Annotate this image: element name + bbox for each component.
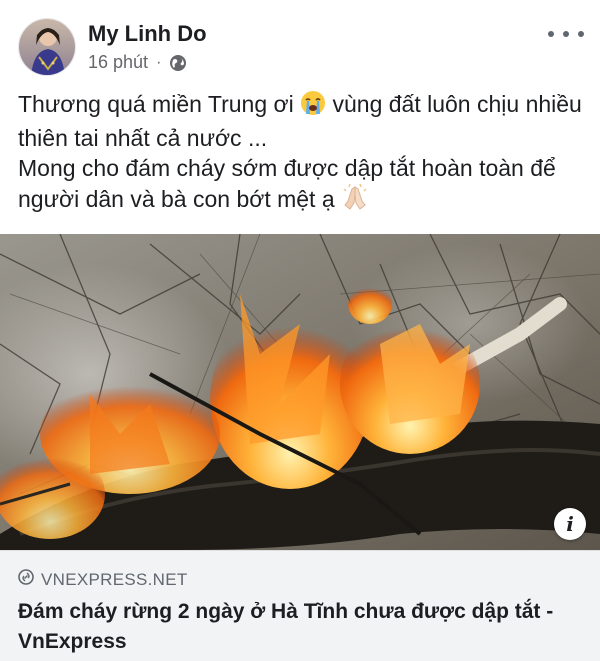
- post-meta: 16 phút ·: [88, 52, 187, 73]
- link-domain: VNEXPRESS.NET: [41, 569, 188, 589]
- folded-hands-icon: [341, 183, 369, 218]
- post-text: Thương quá miền Trung ơi vùng đất luôn c…: [18, 89, 584, 218]
- link-domain-row: VNEXPRESS.NET: [18, 569, 188, 590]
- link-icon: [18, 569, 34, 590]
- post-time[interactable]: 16 phút: [88, 52, 148, 73]
- link-preview[interactable]: VNEXPRESS.NET Đám cháy rừng 2 ngày ở Hà …: [0, 550, 600, 661]
- link-preview-image[interactable]: i: [0, 234, 600, 550]
- post-text-line1: Thương quá miền Trung ơi: [18, 91, 294, 117]
- link-title[interactable]: Đám cháy rừng 2 ngày ở Hà Tĩnh chưa được…: [18, 597, 588, 657]
- post-text-line2: Mong cho đám cháy sớm được dập tắt hoàn …: [18, 155, 556, 212]
- post-header: My Linh Do 16 phút ·: [16, 16, 584, 80]
- author-name[interactable]: My Linh Do: [88, 21, 207, 47]
- meta-separator: ·: [156, 53, 162, 71]
- more-options-icon[interactable]: [548, 24, 584, 44]
- globe-icon[interactable]: [169, 54, 187, 72]
- crying-face-icon: [300, 90, 326, 123]
- avatar[interactable]: [18, 18, 76, 76]
- info-icon[interactable]: i: [554, 508, 586, 540]
- post-card: My Linh Do 16 phút · Thương quá miền Tru…: [0, 0, 600, 661]
